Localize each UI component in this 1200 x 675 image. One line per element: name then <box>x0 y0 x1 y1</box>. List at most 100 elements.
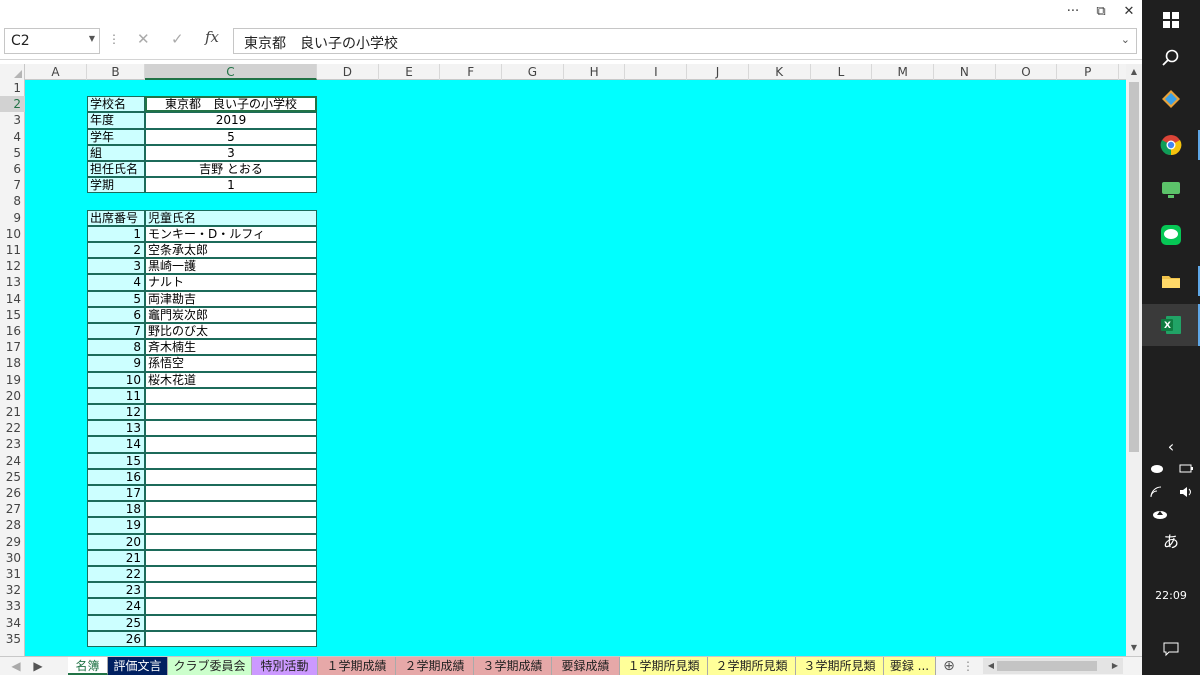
roster-number-cell[interactable]: 8 <box>87 339 145 356</box>
row-header-27[interactable]: 27 <box>0 501 25 517</box>
roster-number-cell[interactable]: 25 <box>87 614 145 631</box>
roster-name-cell[interactable]: ナルト <box>145 274 317 291</box>
excel-icon[interactable]: X <box>1142 304 1200 346</box>
row-header-24[interactable]: 24 <box>0 453 25 469</box>
scroll-thumb[interactable] <box>1129 82 1139 452</box>
roster-name-cell[interactable]: 野比のび太 <box>145 323 317 340</box>
chevron-down-icon[interactable]: ▼ <box>89 34 95 43</box>
roster-name-cell[interactable] <box>145 549 317 566</box>
roster-name-cell[interactable] <box>145 387 317 404</box>
more-options-button[interactable]: ··· <box>1058 0 1088 22</box>
column-header-o[interactable]: O <box>996 64 1058 80</box>
row-header-22[interactable]: 22 <box>0 420 25 436</box>
row-header-3[interactable]: 3 <box>0 112 25 128</box>
row-header-23[interactable]: 23 <box>0 436 25 452</box>
roster-number-cell[interactable]: 1 <box>87 225 145 242</box>
row-header-16[interactable]: 16 <box>0 323 25 339</box>
row-header-30[interactable]: 30 <box>0 550 25 566</box>
folder-icon[interactable] <box>1142 266 1200 296</box>
roster-number-cell[interactable]: 20 <box>87 533 145 550</box>
info-value[interactable]: 2019 <box>145 112 317 129</box>
column-header-d[interactable]: D <box>317 64 379 80</box>
sheet-tab[interactable]: １学期所見類 <box>620 657 708 675</box>
info-value[interactable]: 5 <box>145 128 317 145</box>
close-button[interactable]: ✕ <box>1114 0 1142 22</box>
info-label[interactable]: 学期 <box>87 177 145 194</box>
roster-number-cell[interactable]: 16 <box>87 468 145 485</box>
roster-name-cell[interactable] <box>145 517 317 534</box>
worksheet-grid[interactable]: ABCDEFGHIJKLMNOP 1 2 3 4 5 6 7 8 9 10 11 12 13 14 15 16… <box>0 64 1126 656</box>
row-header-29[interactable]: 29 <box>0 534 25 550</box>
horizontal-scrollbar[interactable]: ◀ ▶ <box>983 658 1123 674</box>
row-header-2[interactable]: 2 <box>0 96 25 113</box>
roster-name-cell[interactable]: 黒崎一護 <box>145 258 317 275</box>
sheet-tab[interactable]: 評価文言 <box>108 657 168 675</box>
roster-name-cell[interactable]: 斉木楠生 <box>145 339 317 356</box>
chevron-left-icon[interactable]: ‹ <box>1142 436 1200 456</box>
battery-icon[interactable] <box>1179 463 1193 473</box>
notification-icon[interactable] <box>1142 636 1200 662</box>
select-all-button[interactable] <box>0 64 25 80</box>
wifi-icon[interactable] <box>1150 486 1164 498</box>
sheet-tab[interactable]: クラブ委員会 <box>168 657 252 675</box>
roster-name-cell[interactable] <box>145 420 317 437</box>
row-header-4[interactable]: 4 <box>0 129 25 145</box>
app-icon[interactable] <box>1142 84 1200 114</box>
column-header-f[interactable]: F <box>440 64 503 80</box>
roster-name-cell[interactable] <box>145 630 317 647</box>
restore-button[interactable]: ⧉ <box>1086 0 1116 22</box>
roster-name-cell[interactable]: 孫悟空 <box>145 355 317 372</box>
row-header-18[interactable]: 18 <box>0 355 25 371</box>
roster-number-cell[interactable]: 24 <box>87 598 145 615</box>
info-label[interactable]: 年度 <box>87 112 145 129</box>
sheet-tab[interactable]: ３学期所見類 <box>796 657 884 675</box>
column-header-l[interactable]: L <box>811 64 873 80</box>
cancel-icon[interactable]: ✕ <box>137 30 150 48</box>
row-header-20[interactable]: 20 <box>0 388 25 404</box>
horizontal-scroll-thumb[interactable] <box>997 661 1097 671</box>
onedrive-icon[interactable] <box>1142 506 1200 522</box>
sheet-tab[interactable]: 名簿 <box>68 657 108 675</box>
roster-number-cell[interactable]: 15 <box>87 452 145 469</box>
roster-number-cell[interactable]: 17 <box>87 485 145 502</box>
row-header-28[interactable]: 28 <box>0 517 25 533</box>
scroll-up-icon[interactable]: ▲ <box>1126 64 1142 80</box>
roster-number-cell[interactable]: 22 <box>87 566 145 583</box>
enter-icon[interactable]: ✓ <box>171 30 184 48</box>
info-label[interactable]: 組 <box>87 144 145 161</box>
roster-header-name[interactable]: 児童氏名 <box>145 209 317 226</box>
roster-number-cell[interactable]: 7 <box>87 323 145 340</box>
cloud-icon[interactable] <box>1150 463 1164 473</box>
scroll-right-icon[interactable]: ▶ <box>1107 658 1123 674</box>
roster-name-cell[interactable]: 竈門炭次郎 <box>145 306 317 323</box>
sheet-tab[interactable]: 要録成績 <box>552 657 620 675</box>
column-header-b[interactable]: B <box>87 64 145 80</box>
column-header-c[interactable]: C <box>145 64 317 80</box>
roster-name-cell[interactable]: モンキー・D・ルフィ <box>145 225 317 242</box>
roster-name-cell[interactable] <box>145 452 317 469</box>
roster-number-cell[interactable]: 2 <box>87 242 145 259</box>
roster-number-cell[interactable]: 12 <box>87 404 145 421</box>
column-header-g[interactable]: G <box>502 64 564 80</box>
info-value[interactable]: 吉野 とおる <box>145 161 317 178</box>
roster-number-cell[interactable]: 14 <box>87 436 145 453</box>
row-header-9[interactable]: 9 <box>0 210 25 226</box>
row-header-32[interactable]: 32 <box>0 582 25 598</box>
row-header-31[interactable]: 31 <box>0 566 25 582</box>
info-label[interactable]: 学年 <box>87 128 145 145</box>
row-header-7[interactable]: 7 <box>0 177 25 193</box>
prev-sheet-icon[interactable]: ◀ <box>8 657 24 675</box>
row-header-19[interactable]: 19 <box>0 372 25 388</box>
row-header-12[interactable]: 12 <box>0 258 25 274</box>
roster-number-cell[interactable]: 6 <box>87 306 145 323</box>
sheet-tab[interactable]: ３学期成績 <box>474 657 552 675</box>
roster-name-cell[interactable]: 桜木花道 <box>145 371 317 388</box>
vertical-scrollbar[interactable]: ▲ ▼ <box>1126 64 1142 656</box>
column-header-m[interactable]: M <box>872 64 934 80</box>
line-icon[interactable] <box>1142 220 1200 250</box>
roster-number-cell[interactable]: 21 <box>87 549 145 566</box>
row-header-11[interactable]: 11 <box>0 242 25 258</box>
row-header-21[interactable]: 21 <box>0 404 25 420</box>
sheet-tab[interactable]: ２学期成績 <box>396 657 474 675</box>
info-label[interactable]: 学校名 <box>87 96 145 113</box>
